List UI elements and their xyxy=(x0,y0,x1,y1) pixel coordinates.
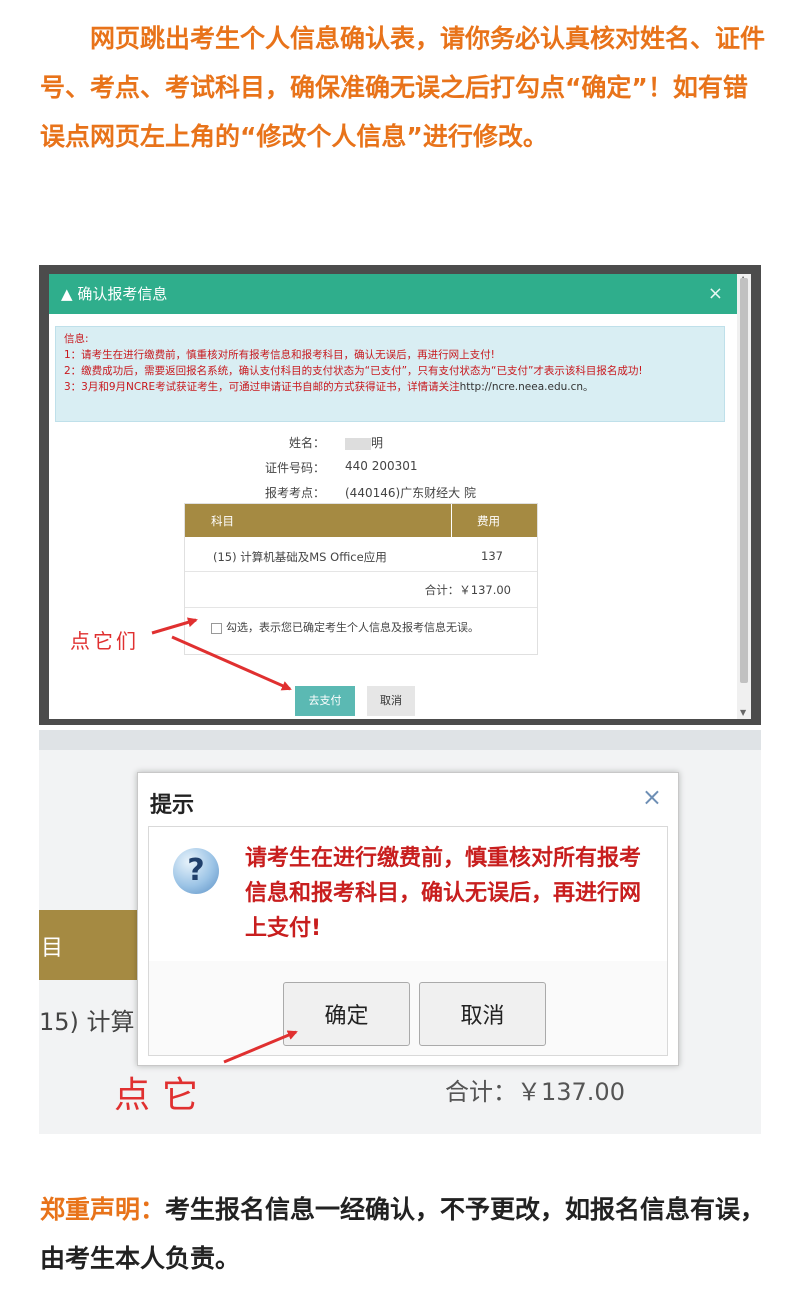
info-heading: 信息: xyxy=(64,333,89,345)
question-icon: ? xyxy=(173,848,219,894)
close-icon[interactable]: × xyxy=(708,274,723,314)
site-value: (440146)广东财经大 院 xyxy=(345,486,476,500)
info-notice-box: 信息: 1：请考生在进行缴费前，慎重核对所有报考信息和报考科目，确认无误后，再进… xyxy=(55,326,725,422)
info-line-2: 2：缴费成功后，需要返回报名系统，确认支付科目的支付状态为“已支付”，只有支付状… xyxy=(64,365,643,377)
id-label: 证件号码： xyxy=(264,461,325,475)
id-value: 440 200301 xyxy=(345,459,418,473)
scroll-thumb[interactable] xyxy=(740,278,748,683)
dialog-button-bar: 确定 取消 xyxy=(148,961,668,1056)
dialog-title: 提示 xyxy=(150,793,195,818)
ok-button[interactable]: 确定 xyxy=(283,982,410,1046)
fee-cell: 137 xyxy=(481,549,503,563)
vertical-scrollbar[interactable]: ▲ ▼ xyxy=(737,274,751,719)
dialog-message: 请考生在进行缴费前，慎重核对所有报考信息和报考科目，确认无误后，再进行网上支付! xyxy=(245,846,642,941)
course-fragment: 15) 计算 xyxy=(39,1008,135,1036)
dialog-message-box: ? 请考生在进行缴费前，慎重核对所有报考信息和报考科目，确认无误后，再进行网上支… xyxy=(148,826,668,962)
intro-text: 网页跳出考生个人信息确认表，请你务必认真核对姓名、证件号、考点、考试科目，确保准… xyxy=(40,24,766,151)
close-icon[interactable]: × xyxy=(642,783,662,811)
disclaimer-label: 郑重声明： xyxy=(40,1195,166,1224)
annotation-click-it: 点它 xyxy=(114,1075,211,1116)
user-icon: ▲ xyxy=(61,285,73,303)
confirm-info-modal: ▲ 确认报考信息 × 信息: 1：请考生在进行缴费前，慎重核对所有报考信息和报考… xyxy=(49,274,737,719)
info-line-3-text: 3：3月和9月NCRE考试获证考生，可通过申请证书自邮的方式获得证书，详情请关注 xyxy=(64,381,460,393)
screenshot-confirm-info: ▲ 确认报考信息 × 信息: 1：请考生在进行缴费前，慎重核对所有报考信息和报考… xyxy=(39,265,761,725)
name-label: 姓名： xyxy=(288,436,325,450)
col-subject: 科目 xyxy=(211,514,234,528)
info-line-1: 1：请考生在进行缴费前，慎重核对所有报考信息和报考科目，确认无误后，再进行网上支… xyxy=(64,349,495,361)
total-amount-large: 合计：￥137.00 xyxy=(445,1078,625,1106)
subject-fragment: 目 xyxy=(41,936,64,961)
annotation-click-them: 点它们 xyxy=(70,629,139,653)
pay-button[interactable]: 去支付 xyxy=(295,686,355,716)
table-header: 科目 费用 xyxy=(185,504,537,537)
ncre-link[interactable]: http://ncre.neea.edu.cn。 xyxy=(460,381,594,393)
disclaimer: 郑重声明：考生报名信息一经确认，不予更改，如报名信息有误，由考生本人负责。 xyxy=(40,1185,770,1283)
agree-checkbox[interactable] xyxy=(211,622,222,634)
cancel-button[interactable]: 取消 xyxy=(367,686,415,716)
name-value: 明 xyxy=(345,434,383,451)
modal-header: ▲ 确认报考信息 × xyxy=(49,274,737,314)
total-amount: 合计：￥137.00 xyxy=(424,583,511,597)
agree-text: 勾选，表示您已确定考生个人信息及报考信息无误。 xyxy=(226,621,479,634)
fee-table: 科目 费用 (15) 计算机基础及MS Office应用 137 合计：￥137… xyxy=(184,503,538,655)
prompt-dialog: 提示 × ? 请考生在进行缴费前，慎重核对所有报考信息和报考科目，确认无误后，再… xyxy=(137,772,679,1066)
site-label: 报考考点： xyxy=(264,486,325,500)
col-fee: 费用 xyxy=(477,514,500,528)
course-cell: (15) 计算机基础及MS Office应用 xyxy=(213,550,387,564)
blurred-area xyxy=(345,437,371,450)
scroll-down-icon[interactable]: ▼ xyxy=(740,708,746,717)
agree-row[interactable]: 勾选，表示您已确定考生个人信息及报考信息无误。 xyxy=(211,619,479,635)
dialog-cancel-button[interactable]: 取消 xyxy=(419,982,546,1046)
info-line-3: 3：3月和9月NCRE考试获证考生，可通过申请证书自邮的方式获得证书，详情请关注… xyxy=(56,379,724,395)
modal-title: 确认报考信息 xyxy=(77,285,168,303)
